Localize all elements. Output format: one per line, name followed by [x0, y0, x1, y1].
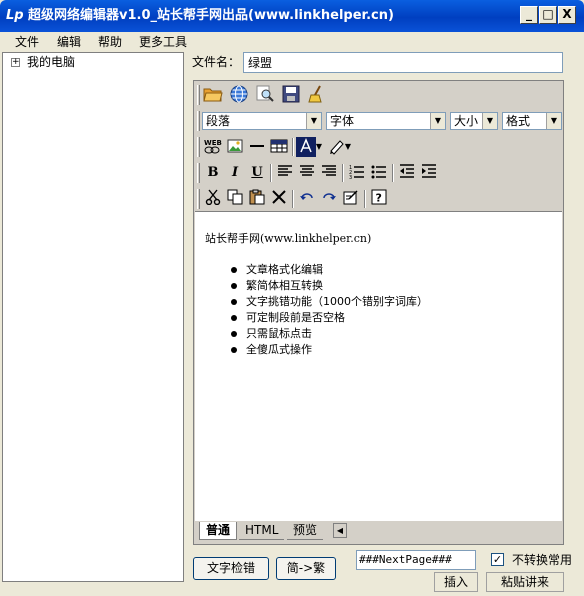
toolbar-text-row: B I U 123 — [194, 161, 563, 185]
toolbar-file-row — [194, 83, 563, 107]
menu-file[interactable]: 文件 — [15, 34, 39, 50]
align-center-icon[interactable] — [296, 163, 318, 183]
spellcheck-button[interactable]: 文字检错 — [193, 557, 269, 580]
insert-table-icon[interactable] — [268, 137, 290, 157]
paste-in-button[interactable]: 粘贴讲来 — [486, 572, 564, 592]
nextpage-marker-input[interactable]: ###NextPage### — [356, 550, 476, 570]
size-select-value: 大小 — [454, 114, 479, 128]
bullet-list-icon[interactable] — [368, 163, 390, 183]
content-heading: 站长帮手网(www.linkhelper.cn) — [205, 232, 372, 245]
title-bar[interactable]: Lp 超级网络编辑器v1.0_站长帮手网出品(www.linkhelper.cn… — [0, 0, 584, 32]
menu-help[interactable]: 帮助 — [98, 34, 122, 50]
convert-traditional-button[interactable]: 简->繁 — [276, 557, 336, 580]
tab-normal[interactable]: 普通 — [199, 522, 238, 540]
toolbar-separator — [342, 164, 344, 182]
chevron-down-icon[interactable]: ▼ — [482, 113, 497, 129]
minimize-button[interactable]: _ — [520, 6, 538, 24]
svg-text:?: ? — [376, 192, 382, 205]
chevron-down-icon[interactable]: ▼ — [430, 113, 445, 129]
indent-icon[interactable] — [418, 163, 440, 183]
tab-scroll-left-icon[interactable]: ◀ — [333, 523, 347, 538]
toolbar-separator — [292, 190, 294, 208]
toolbar-grip[interactable] — [197, 189, 200, 209]
list-item: 繁简体相互转换 — [231, 278, 428, 294]
copy-icon[interactable] — [224, 189, 246, 209]
toolbar-grip[interactable] — [197, 137, 200, 157]
no-convert-common-checkbox[interactable]: ✓ — [491, 553, 504, 566]
no-convert-common-label: 不转换常用 — [512, 553, 573, 567]
toolbar-grip[interactable] — [197, 163, 200, 183]
window-title: 超级网络编辑器v1.0_站长帮手网出品(www.linkhelper.cn) — [28, 8, 394, 23]
toolbar-edit-row: ? — [194, 187, 563, 211]
list-item: 全傻瓜式操作 — [231, 342, 428, 358]
list-item: 文字挑错功能（1000个错别字词库） — [231, 294, 428, 310]
insert-button[interactable]: 插入 — [434, 572, 478, 592]
bold-button[interactable]: B — [202, 163, 224, 183]
filename-input[interactable]: 绿盟 — [243, 52, 563, 73]
italic-button[interactable]: I — [224, 163, 246, 183]
clean-broom-icon[interactable] — [306, 85, 328, 105]
maximize-button[interactable]: □ — [539, 6, 557, 24]
hyperlink-icon[interactable]: WEB — [202, 137, 224, 157]
menu-bar: 文件 编辑 帮助 更多工具 — [0, 32, 584, 52]
editor-view-tabs: 普通 HTML 预览 ◀ — [195, 522, 562, 542]
svg-text:WEB: WEB — [204, 139, 222, 147]
editor-content[interactable]: 站长帮手网(www.linkhelper.cn) 文章格式化编辑 繁简体相互转换… — [195, 211, 562, 521]
menu-edit[interactable]: 编辑 — [57, 34, 81, 50]
content-bullet-list: 文章格式化编辑 繁简体相互转换 文字挑错功能（1000个错别字词库） 可定制段前… — [231, 262, 428, 358]
toolbar-separator — [292, 138, 294, 156]
chevron-down-icon[interactable]: ▼ — [546, 113, 561, 129]
tab-preview[interactable]: 预览 — [287, 522, 324, 540]
properties-icon[interactable] — [340, 189, 362, 209]
style-select-value: 格式 — [506, 114, 531, 128]
chevron-down-icon[interactable]: ▼ — [344, 137, 352, 157]
outdent-icon[interactable] — [396, 163, 418, 183]
rich-text-editor: 段落 ▼ 字体 ▼ 大小 ▼ 格式 ▼ WEB ▼ ▼ B I U 1 2 3 … — [193, 80, 564, 545]
toolbar-grip[interactable] — [197, 85, 200, 105]
delete-x-icon[interactable] — [268, 189, 290, 209]
close-button[interactable]: X — [558, 6, 576, 24]
toolbar-format-row: 段落 ▼ 字体 ▼ 大小 ▼ 格式 ▼ — [194, 109, 563, 133]
underline-button[interactable]: U — [246, 163, 268, 183]
filename-label: 文件名： — [192, 55, 241, 69]
chevron-down-icon[interactable]: ▼ — [306, 113, 321, 129]
horizontal-rule-icon[interactable] — [246, 137, 268, 157]
toolbar-grip[interactable] — [197, 111, 200, 131]
redo-icon[interactable] — [318, 189, 340, 209]
toolbar-separator — [392, 164, 394, 182]
font-select-value: 字体 — [330, 114, 355, 128]
save-disk-icon[interactable] — [280, 85, 302, 105]
web-globe-icon[interactable] — [228, 85, 250, 105]
tree-item-my-computer[interactable]: 我的电脑 — [27, 54, 75, 70]
help-icon[interactable]: ? — [368, 189, 390, 209]
list-item: 可定制段前是否空格 — [231, 310, 428, 326]
toolbar-separator — [270, 164, 272, 182]
toolbar-separator — [364, 190, 366, 208]
preview-magnifier-icon[interactable] — [254, 85, 276, 105]
paste-clipboard-icon[interactable] — [246, 189, 268, 209]
paragraph-select[interactable]: 段落 ▼ — [202, 112, 322, 130]
toolbar-insert-row: WEB ▼ ▼ — [194, 135, 563, 159]
numbered-list-icon[interactable]: 123 — [346, 163, 368, 183]
align-right-icon[interactable] — [318, 163, 340, 183]
style-select[interactable]: 格式 ▼ — [502, 112, 562, 130]
tree-expand-icon[interactable]: + — [11, 58, 20, 67]
cut-scissors-icon[interactable] — [202, 189, 224, 209]
list-item: 只需鼠标点击 — [231, 326, 428, 342]
chevron-down-icon[interactable]: ▼ — [315, 137, 323, 157]
file-tree[interactable]: + 我的电脑 — [2, 52, 184, 582]
align-left-icon[interactable] — [274, 163, 296, 183]
font-color-icon[interactable] — [296, 137, 316, 157]
open-folder-icon[interactable] — [202, 85, 224, 105]
paragraph-select-value: 段落 — [206, 114, 231, 128]
app-icon: Lp — [6, 8, 24, 23]
size-select[interactable]: 大小 ▼ — [450, 112, 498, 130]
font-select[interactable]: 字体 ▼ — [326, 112, 446, 130]
insert-image-icon[interactable] — [224, 137, 246, 157]
tab-html[interactable]: HTML — [239, 522, 285, 540]
svg-text:3: 3 — [349, 175, 352, 179]
list-item: 文章格式化编辑 — [231, 262, 428, 278]
undo-icon[interactable] — [296, 189, 318, 209]
menu-more-tools[interactable]: 更多工具 — [139, 34, 187, 50]
